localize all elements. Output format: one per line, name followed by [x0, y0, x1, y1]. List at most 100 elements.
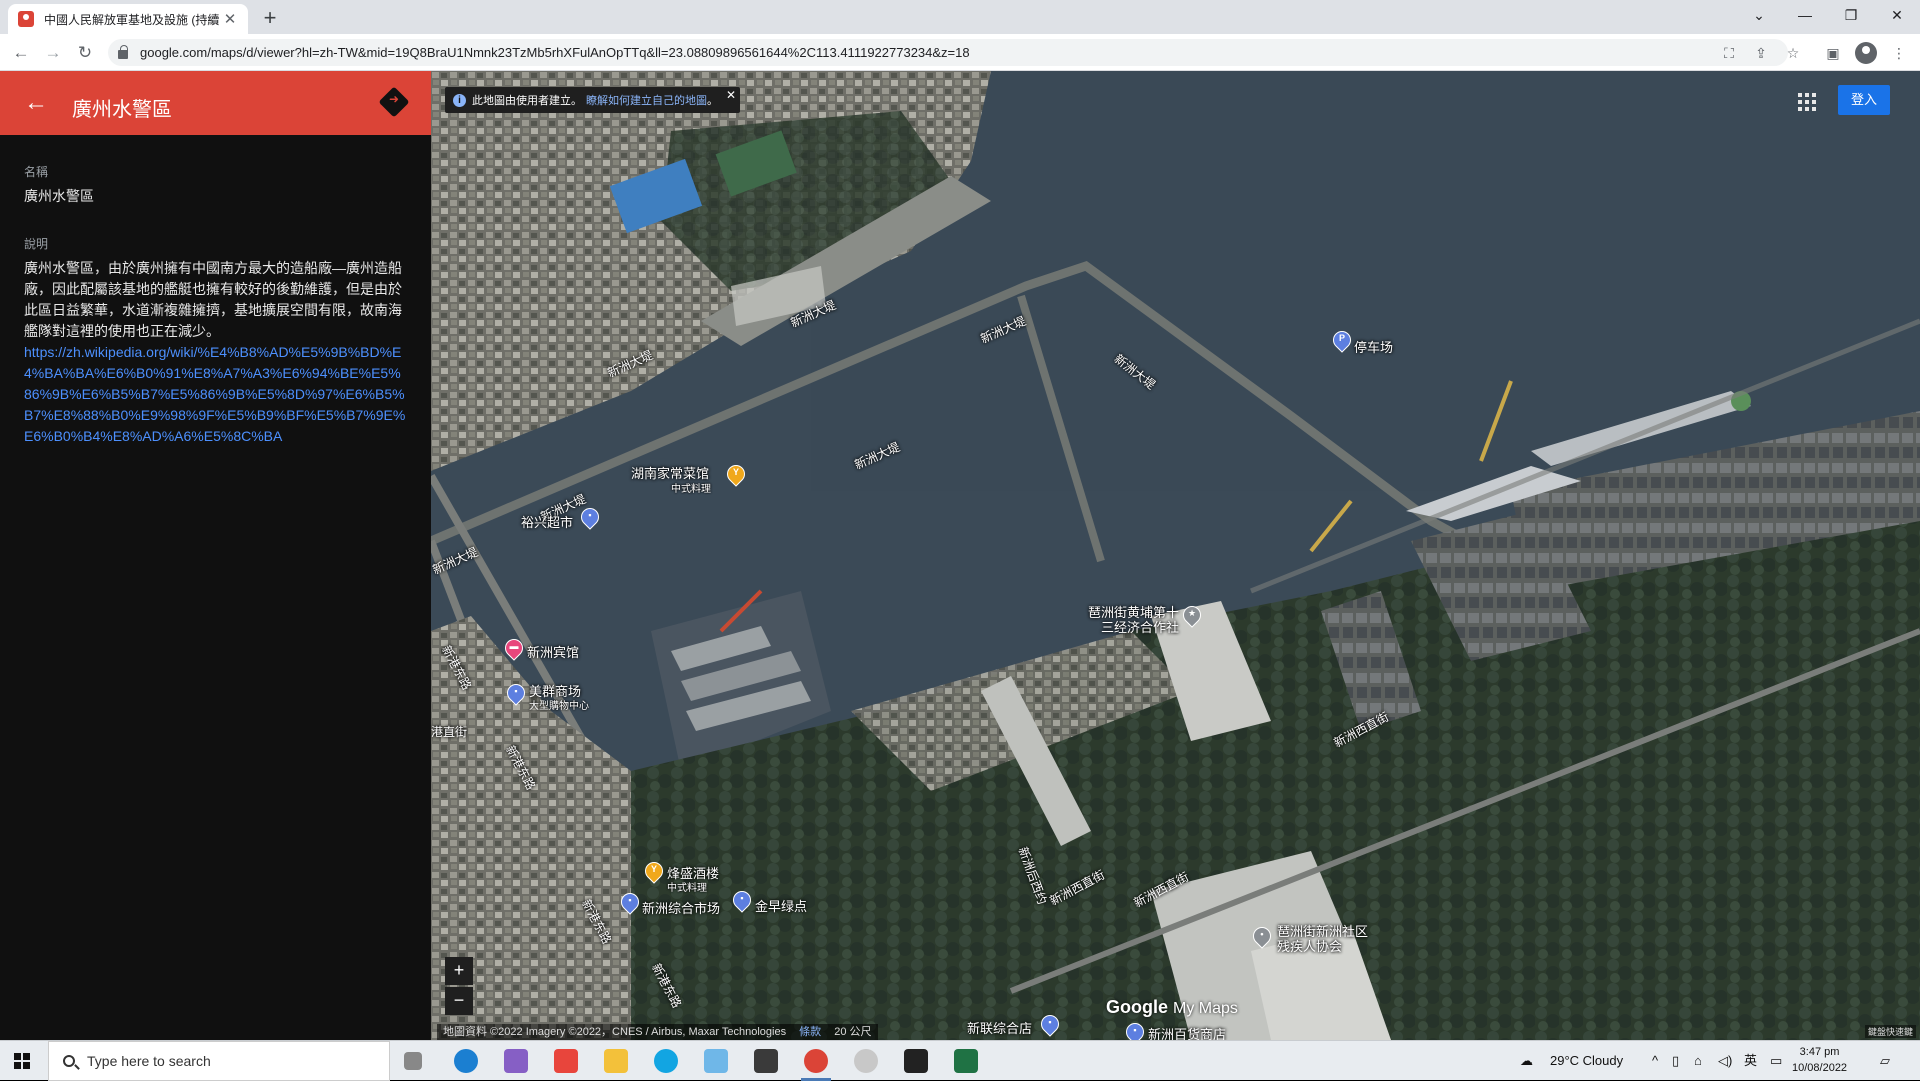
- name-label: 名稱: [24, 165, 49, 179]
- back-arrow-icon[interactable]: ←: [8, 40, 34, 66]
- cooperative-poi-icon[interactable]: ★: [1179, 602, 1205, 628]
- browser-menu-icon[interactable]: ⋮: [1888, 42, 1910, 64]
- search-icon: [63, 1055, 75, 1067]
- restaurant-poi-icon[interactable]: Y: [723, 461, 749, 487]
- logo-google-text: Google: [1106, 997, 1168, 1017]
- taskbar-search-placeholder: Type here to search: [87, 1053, 211, 1069]
- keyboard-shortcuts-link[interactable]: 鍵盤快速鍵: [1864, 1025, 1916, 1038]
- tab-search-icon[interactable]: ⌄: [1736, 0, 1782, 30]
- clock-date: 10/08/2022: [1792, 1062, 1848, 1074]
- poi-yuxing-supermarket[interactable]: 裕兴超市: [521, 512, 573, 531]
- notification-icon[interactable]: ▱: [1880, 1041, 1890, 1081]
- poi-jinzao[interactable]: 金早绿点: [755, 896, 807, 915]
- zoom-out-button[interactable]: −: [445, 987, 473, 1015]
- forward-arrow-icon[interactable]: →: [40, 40, 66, 66]
- zoom-in-button[interactable]: +: [445, 957, 473, 985]
- ime-indicator[interactable]: 英: [1744, 1041, 1757, 1081]
- poi-fengsheng-sub: 中式料理: [667, 883, 707, 894]
- logo-mymaps-text: My Maps: [1173, 1000, 1238, 1017]
- supermarket-poi-icon[interactable]: ▪: [577, 504, 603, 530]
- chrome-icon[interactable]: [804, 1049, 828, 1073]
- mall-poi-icon[interactable]: ▪: [503, 680, 529, 706]
- name-field: 名稱 廣州水警區: [0, 163, 431, 207]
- skype-icon[interactable]: [654, 1049, 678, 1073]
- profile-avatar-icon[interactable]: [1855, 42, 1877, 64]
- tray-overflow-icon[interactable]: ^: [1652, 1041, 1658, 1081]
- map-canvas[interactable]: i 此地圖由使用者建立。 瞭解如何建立自己的地圖 。 ✕ 登入 新洲大堤 新洲大…: [431, 71, 1920, 1040]
- minimize-button[interactable]: —: [1782, 0, 1828, 30]
- bookmark-star-icon[interactable]: ☆: [1782, 42, 1804, 64]
- terminal-icon[interactable]: [754, 1049, 778, 1073]
- poi-xinlian-store[interactable]: 新联综合店: [967, 1018, 1032, 1037]
- description-text: 廣州水警區，由於廣州擁有中國南方最大的造船廠—廣州造船廠，因此配屬該基地的艦艇也…: [24, 260, 402, 339]
- network-icon[interactable]: ⌂: [1694, 1041, 1702, 1081]
- attribution-text: 地圖資料 ©2022 Imagery ©2022，CNES / Airbus, …: [443, 1026, 787, 1038]
- poi-xinzhou-market[interactable]: 新洲综合市场: [642, 898, 720, 917]
- screen-icon[interactable]: ▭: [1770, 1041, 1782, 1081]
- system-clock[interactable]: 3:47 pm 10/08/2022: [1792, 1044, 1847, 1076]
- visual-studio-icon[interactable]: [504, 1049, 528, 1073]
- my-maps-favicon-icon: [18, 11, 34, 27]
- address-bar[interactable]: google.com/maps/d/viewer?hl=zh-TW&mid=19…: [108, 39, 1788, 66]
- tab-close-icon[interactable]: ✕: [222, 10, 238, 28]
- translate-icon[interactable]: ⛶: [1718, 42, 1740, 64]
- volume-icon[interactable]: ◁): [1718, 1041, 1732, 1081]
- battery-icon[interactable]: ▯: [1672, 1041, 1679, 1081]
- anydesk-icon[interactable]: [554, 1049, 578, 1073]
- poi-hunan-sub: 中式料理: [671, 484, 711, 495]
- description-field: 說明 廣州水警區，由於廣州擁有中國南方最大的造船廠—廣州造船廠，因此配屬該基地的…: [0, 235, 431, 447]
- banner-close-icon[interactable]: ✕: [726, 88, 736, 102]
- association-poi-icon[interactable]: •: [1249, 923, 1275, 949]
- terms-link[interactable]: 條款: [799, 1026, 821, 1038]
- windows-taskbar: Type here to search ☁ 29°C Cloudy ^ ▯ ⌂ …: [0, 1040, 1920, 1081]
- poi-disabled-association[interactable]: 琶洲街新洲社区残疾人协会: [1277, 924, 1373, 954]
- google-my-maps-logo: Google My Maps: [1106, 997, 1238, 1018]
- satellite-imagery: [431, 71, 1920, 1040]
- parking-poi-icon[interactable]: P: [1329, 327, 1355, 353]
- restore-button[interactable]: ❐: [1828, 0, 1874, 30]
- share-icon[interactable]: ⇪: [1750, 42, 1772, 64]
- file-explorer-icon[interactable]: [604, 1049, 628, 1073]
- road-label-zhijie: 港直街: [431, 725, 468, 739]
- reload-icon[interactable]: ↻: [72, 40, 98, 66]
- jinzao-poi-icon[interactable]: ▪: [729, 887, 755, 913]
- sticky-notes-icon[interactable]: [904, 1049, 928, 1073]
- clock-time: 3:47 pm: [1799, 1046, 1840, 1058]
- market-poi-icon[interactable]: ▪: [617, 889, 643, 915]
- xinlian-poi-icon[interactable]: ▪: [1037, 1011, 1063, 1037]
- feature-detail-panel: ← 廣州水警區 名稱 廣州水警區 說明 廣州水警區，由於廣州擁有中國南方最大的造…: [0, 71, 431, 1040]
- poi-xinzhou-hotel[interactable]: 新洲宾馆: [527, 642, 579, 661]
- poi-cooperative[interactable]: 琶洲街黄埔第十三经济合作社: [1081, 605, 1179, 635]
- browser-tab-active[interactable]: 中國人民解放軍基地及設施 (持續 ✕: [8, 4, 248, 34]
- scale-text[interactable]: 20 公尺: [834, 1026, 871, 1038]
- weather-icon[interactable]: ☁: [1520, 1041, 1550, 1081]
- google-apps-grid-icon[interactable]: [1798, 93, 1816, 111]
- new-tab-button[interactable]: +: [258, 5, 282, 31]
- edge-browser-icon[interactable]: [454, 1049, 478, 1073]
- sign-in-button[interactable]: 登入: [1838, 85, 1890, 115]
- weather-text[interactable]: 29°C Cloudy: [1550, 1041, 1623, 1081]
- snipping-tool-icon[interactable]: [854, 1049, 878, 1073]
- banner-learn-link[interactable]: 瞭解如何建立自己的地圖: [586, 92, 707, 108]
- poi-department-store[interactable]: 新洲百货商店: [1148, 1024, 1226, 1040]
- department-poi-icon[interactable]: ▪: [1122, 1019, 1148, 1040]
- hotel-poi-icon[interactable]: ▬: [501, 635, 527, 661]
- app-icon[interactable]: [704, 1049, 728, 1073]
- taskbar-search-box[interactable]: Type here to search: [48, 1041, 390, 1081]
- banner-period: 。: [707, 95, 718, 107]
- fengsheng-poi-icon[interactable]: Y: [641, 858, 667, 884]
- name-value: 廣州水警區: [24, 188, 94, 204]
- excel-icon[interactable]: [954, 1049, 978, 1073]
- windows-start-icon[interactable]: [14, 1053, 30, 1069]
- banner-text: 此地圖由使用者建立。: [472, 95, 582, 107]
- wikipedia-link[interactable]: https://zh.wikipedia.org/wiki/%E4%B8%AD%…: [24, 342, 407, 447]
- directions-icon[interactable]: [378, 86, 410, 118]
- panel-title: 廣州水警區: [72, 99, 172, 121]
- task-view-icon[interactable]: [404, 1052, 422, 1070]
- poi-parking[interactable]: 停车场: [1354, 337, 1393, 356]
- close-window-button[interactable]: ✕: [1874, 0, 1920, 30]
- side-panel-icon[interactable]: ▣: [1822, 42, 1844, 64]
- description-label: 說明: [24, 237, 49, 251]
- panel-back-arrow-icon[interactable]: ←: [24, 89, 48, 117]
- lock-icon[interactable]: [118, 45, 128, 59]
